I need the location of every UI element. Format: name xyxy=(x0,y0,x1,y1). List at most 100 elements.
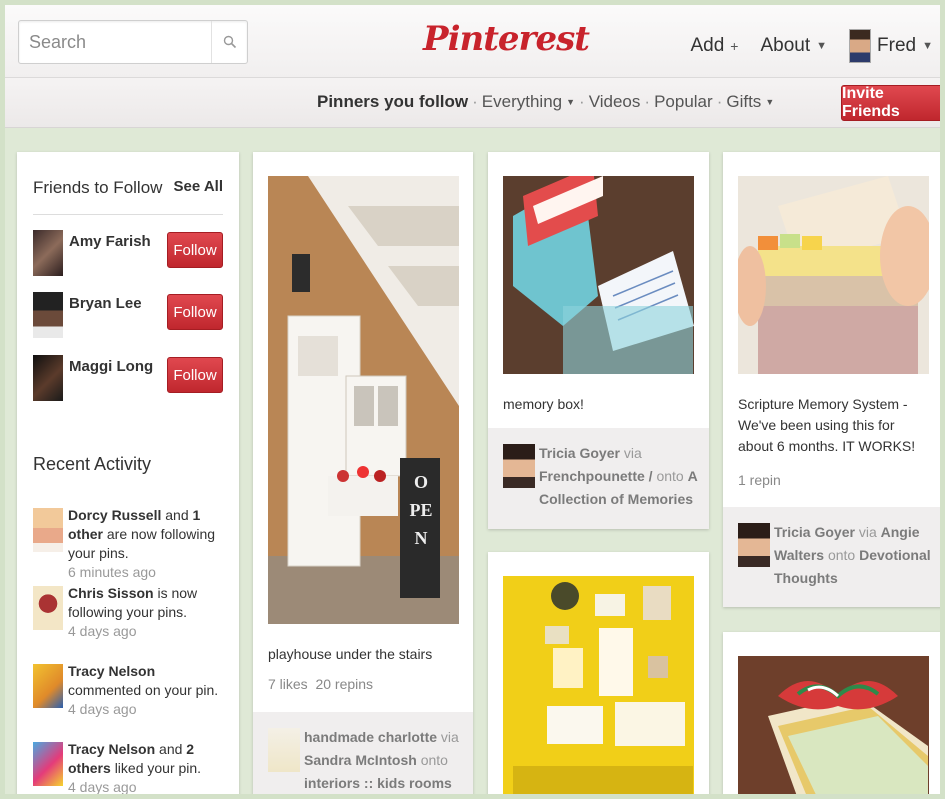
friends-to-follow-header: Friends to Follow See All xyxy=(33,178,223,198)
invite-friends-button[interactable]: Invite Friends xyxy=(841,85,945,121)
pin-image[interactable]: OPEN xyxy=(268,176,459,624)
category-links: Pinners you follow · Everything ▼ · Vide… xyxy=(317,92,774,112)
ribbon-cards-photo xyxy=(738,656,929,799)
likes-count[interactable]: 7 likes xyxy=(268,676,308,692)
via-text: via xyxy=(858,524,877,540)
search-input[interactable] xyxy=(19,21,211,63)
pinner-name[interactable]: handmade charlotte xyxy=(304,729,437,745)
nav-videos[interactable]: Videos xyxy=(589,92,641,112)
about-label: About xyxy=(760,35,811,56)
pin-stats: 7 likes 20 repins xyxy=(268,676,373,692)
pin-card[interactable]: memory box! Tricia Goyer via Frenchpoune… xyxy=(488,152,709,529)
friend-item: Maggi Long Follow xyxy=(33,355,223,403)
pinterest-logo[interactable]: Pinterest xyxy=(423,19,590,59)
user-name: Fred xyxy=(877,35,917,56)
via-text: via xyxy=(623,445,642,461)
playhouse-illustration xyxy=(268,176,459,624)
repins-count[interactable]: 20 repins xyxy=(315,676,373,692)
activity-actor[interactable]: Tracy Nelson xyxy=(68,741,155,757)
repins-count[interactable]: 1 repin xyxy=(738,472,781,488)
activity-time: 6 minutes ago xyxy=(68,564,156,580)
onto-text: onto xyxy=(656,468,684,484)
pin-attribution: handmade charlotte via Sandra McIntosh o… xyxy=(253,712,473,799)
nav-popular[interactable]: Popular xyxy=(654,92,713,112)
pin-attribution: Tricia Goyer via Angie Walters onto Devo… xyxy=(723,507,945,607)
avatar[interactable] xyxy=(503,444,535,488)
about-menu[interactable]: About ▼ xyxy=(760,35,827,57)
nav-pinners-you-follow[interactable]: Pinners you follow xyxy=(317,92,468,112)
activity-item: Chris Sisson is now following your pins.… xyxy=(33,584,228,641)
pin-card[interactable] xyxy=(488,552,709,799)
caret-down-icon: ▼ xyxy=(816,40,828,52)
search-box[interactable] xyxy=(18,20,248,64)
pin-image[interactable] xyxy=(738,656,929,799)
caret-down-icon: ▼ xyxy=(765,97,775,107)
via-text: via xyxy=(440,729,459,745)
onto-text: onto xyxy=(420,752,448,768)
activity-text: liked your pin. xyxy=(114,760,202,776)
see-all-link[interactable]: See All xyxy=(174,178,223,198)
avatar[interactable] xyxy=(33,292,63,338)
sidebar: Friends to Follow See All Amy Farish Fol… xyxy=(17,152,239,799)
search-icon xyxy=(223,35,236,49)
via-user[interactable]: Frenchpounette xyxy=(539,468,645,484)
nav-everything[interactable]: Everything xyxy=(482,92,562,112)
avatar[interactable] xyxy=(268,728,300,772)
pin-stats: 1 repin xyxy=(738,472,781,488)
avatar[interactable] xyxy=(33,664,63,708)
friend-name[interactable]: Bryan Lee xyxy=(69,295,142,312)
pin-description: memory box! xyxy=(503,396,584,412)
avatar[interactable] xyxy=(33,355,63,401)
friend-item: Bryan Lee Follow xyxy=(33,292,223,340)
sub-nav: Pinners you follow · Everything ▼ · Vide… xyxy=(5,78,945,128)
separator: · xyxy=(579,92,585,111)
recent-activity-heading: Recent Activity xyxy=(33,454,152,474)
divider xyxy=(33,214,223,215)
pin-card[interactable]: OPEN playhouse under the stairs 7 likes … xyxy=(253,152,473,799)
plus-icon: + xyxy=(730,38,739,54)
activity-actor[interactable]: Tracy Nelson xyxy=(68,663,155,679)
user-menu[interactable]: Fred ▼ xyxy=(849,29,933,63)
follow-button[interactable]: Follow xyxy=(167,357,223,393)
pin-card[interactable] xyxy=(723,632,945,799)
activity-actor[interactable]: Chris Sisson xyxy=(68,585,154,601)
follow-button[interactable]: Follow xyxy=(167,232,223,268)
pinner-name[interactable]: Tricia Goyer xyxy=(774,524,855,540)
friend-item: Amy Farish Follow xyxy=(33,230,223,278)
caret-down-icon: ▼ xyxy=(566,97,576,107)
memory-box-photo xyxy=(503,176,694,374)
slash: / xyxy=(648,468,653,484)
pin-description: playhouse under the stairs xyxy=(268,646,433,662)
activity-item: Tracy Nelson and 2 others liked your pin… xyxy=(33,740,228,797)
open-sign-text: OPEN xyxy=(409,472,433,548)
separator: · xyxy=(716,92,723,111)
activity-time: 4 days ago xyxy=(68,701,137,717)
pin-image[interactable] xyxy=(503,576,694,799)
stationery-photo xyxy=(503,576,694,799)
search-button[interactable] xyxy=(211,21,247,63)
board-name[interactable]: interiors :: kids rooms xyxy=(304,775,452,791)
avatar xyxy=(849,29,872,63)
avatar[interactable] xyxy=(33,230,63,276)
pinner-name[interactable]: Tricia Goyer xyxy=(539,445,620,461)
activity-actor[interactable]: Dorcy Russell xyxy=(68,507,161,523)
add-menu[interactable]: Add + xyxy=(690,35,738,57)
pin-card[interactable]: Scripture Memory System - We've been usi… xyxy=(723,152,945,607)
avatar[interactable] xyxy=(738,523,770,567)
activity-time: 4 days ago xyxy=(68,623,137,639)
pin-image[interactable] xyxy=(738,176,929,374)
avatar[interactable] xyxy=(33,742,63,786)
activity-item: Tracy Nelson commented on your pin. 4 da… xyxy=(33,662,228,719)
activity-text: commented on your pin. xyxy=(68,682,219,698)
follow-button[interactable]: Follow xyxy=(167,294,223,330)
via-user[interactable]: Sandra McIntosh xyxy=(304,752,417,768)
separator: · xyxy=(644,92,651,111)
nav-gifts[interactable]: Gifts xyxy=(726,92,761,112)
separator: · xyxy=(472,92,478,111)
friend-name[interactable]: Amy Farish xyxy=(69,233,151,250)
avatar[interactable] xyxy=(33,586,63,630)
activity-item: Dorcy Russell and 1 other are now follow… xyxy=(33,506,228,582)
avatar[interactable] xyxy=(33,508,63,552)
pin-image[interactable] xyxy=(503,176,694,374)
friend-name[interactable]: Maggi Long xyxy=(69,358,153,375)
